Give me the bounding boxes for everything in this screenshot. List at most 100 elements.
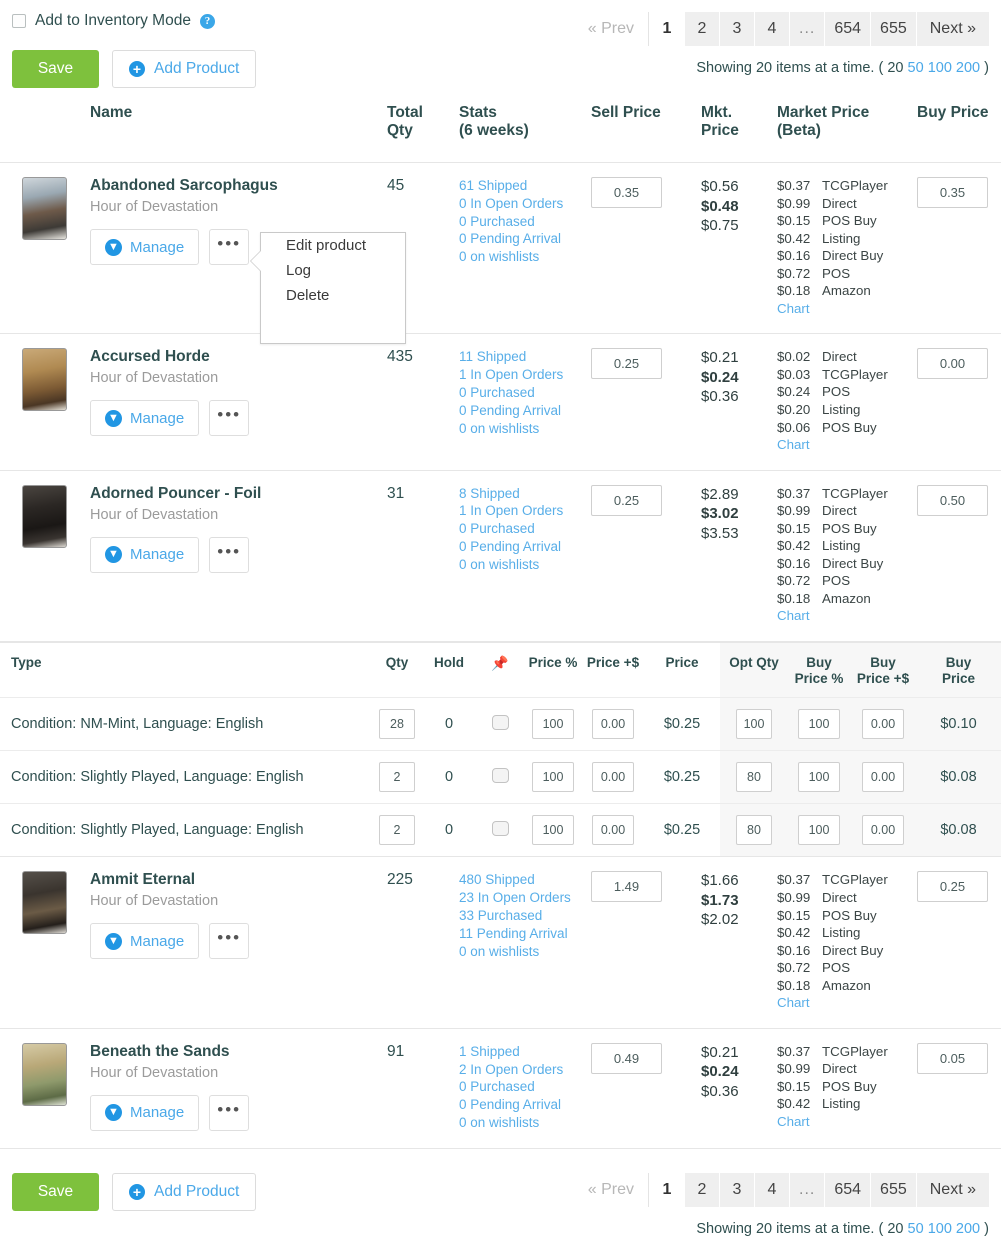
buy-price-input[interactable]: 0.50 (917, 484, 988, 516)
stat-line-2[interactable]: 33 Purchased (459, 907, 591, 925)
product-card-image[interactable] (22, 177, 67, 240)
product-card-image[interactable] (22, 484, 67, 548)
more-actions-button[interactable]: ••• (209, 923, 250, 960)
stat-line-0[interactable]: 1 Shipped (459, 1043, 591, 1061)
inventory-price-plus-input[interactable]: 0.00 (592, 762, 634, 793)
sell-price-input[interactable]: 0.49 (591, 1042, 662, 1074)
question-circle-icon[interactable]: ? (199, 13, 215, 29)
inventory-buy-price-plus-input[interactable]: 0.00 (862, 762, 904, 793)
pagination-prev-top[interactable]: « Prev (582, 12, 649, 46)
stat-line-1[interactable]: 1 In Open Orders (459, 502, 591, 520)
inventory-price-pct-input[interactable]: 100 (532, 815, 574, 846)
add-product-button-bottom[interactable]: + Add Product (112, 1172, 257, 1211)
product-name[interactable]: Adorned Pouncer - Foil (90, 485, 387, 503)
sell-price-input[interactable]: 1.49 (591, 871, 662, 903)
inventory-buy-price-plus-input[interactable]: 0.00 (862, 815, 904, 846)
more-actions-button[interactable]: ••• (209, 536, 250, 573)
stat-line-2[interactable]: 0 Purchased (459, 213, 591, 231)
col-sell-price[interactable]: Sell Price (591, 96, 701, 163)
menu-item-delete[interactable]: Delete (261, 283, 405, 308)
inventory-price-plus-input[interactable]: 0.00 (592, 709, 634, 740)
add-to-inventory-mode-control[interactable]: Add to Inventory Mode ? (12, 12, 215, 30)
stat-line-4[interactable]: 0 on wishlists (459, 943, 591, 961)
inventory-pin-checkbox[interactable] (491, 820, 509, 836)
chart-link[interactable]: Chart (777, 1113, 917, 1131)
buy-price-input[interactable]: 0.35 (917, 177, 988, 208)
inventory-price-pct-input[interactable]: 100 (532, 762, 574, 793)
product-card-image[interactable] (22, 1042, 67, 1106)
page-size-200-bottom[interactable]: 200 (956, 1221, 980, 1237)
stat-line-4[interactable]: 0 on wishlists (459, 556, 591, 574)
product-name[interactable]: Abandoned Sarcophagus (90, 177, 387, 195)
buy-price-input[interactable]: 0.05 (917, 1042, 988, 1074)
inventory-pin-checkbox[interactable] (491, 714, 509, 730)
stat-line-2[interactable]: 0 Purchased (459, 520, 591, 538)
sell-price-input[interactable]: 0.25 (591, 484, 662, 516)
chart-link[interactable]: Chart (777, 300, 917, 318)
inventory-buy-price-pct-input[interactable]: 100 (798, 815, 840, 846)
chart-link[interactable]: Chart (777, 436, 917, 454)
stat-line-3[interactable]: 0 Pending Arrival (459, 1096, 591, 1114)
add-product-button-top[interactable]: + Add Product (112, 50, 257, 88)
pagination-page-1-bottom[interactable]: 1 (650, 1172, 684, 1207)
pagination-page-2-bottom[interactable]: 2 (685, 1172, 719, 1207)
chart-link[interactable]: Chart (777, 994, 917, 1012)
pagination-next-top[interactable]: Next » (916, 12, 989, 46)
inventory-opt-qty-input[interactable]: 80 (736, 815, 772, 846)
more-actions-button[interactable]: ••• (209, 229, 250, 265)
product-name[interactable]: Accursed Horde (90, 348, 387, 366)
pagination-page-655-top[interactable]: 655 (871, 12, 916, 46)
stat-line-3[interactable]: 11 Pending Arrival (459, 925, 591, 943)
pagination-page-654-bottom[interactable]: 654 (825, 1172, 871, 1207)
page-size-100-bottom[interactable]: 100 (928, 1221, 952, 1237)
manage-button[interactable]: ▼ Manage (90, 400, 200, 437)
more-actions-button[interactable]: ••• (209, 1094, 250, 1131)
stat-line-0[interactable]: 8 Shipped (459, 485, 591, 503)
inventory-qty-input[interactable]: 28 (379, 709, 415, 740)
sell-price-input[interactable]: 0.35 (591, 177, 662, 208)
manage-button[interactable]: ▼ Manage (90, 229, 200, 265)
pagination-page-4-top[interactable]: 4 (755, 12, 789, 46)
inventory-price-pct-input[interactable]: 100 (532, 709, 574, 740)
manage-button[interactable]: ▼ Manage (90, 1094, 200, 1131)
row-actions-dropdown[interactable]: Edit product Log Delete (250, 232, 406, 344)
product-name[interactable]: Ammit Eternal (90, 871, 387, 889)
more-actions-button[interactable]: ••• (209, 400, 250, 437)
pagination-page-3-top[interactable]: 3 (720, 12, 754, 46)
page-size-100-top[interactable]: 100 (928, 60, 952, 76)
pagination-page-4-bottom[interactable]: 4 (755, 1172, 789, 1207)
inventory-buy-price-pct-input[interactable]: 100 (798, 709, 840, 740)
col-buy-price[interactable]: Buy Price (917, 96, 1001, 163)
inventory-pin-checkbox[interactable] (491, 767, 509, 783)
stat-line-1[interactable]: 2 In Open Orders (459, 1061, 591, 1079)
stat-line-2[interactable]: 0 Purchased (459, 384, 591, 402)
col-name[interactable]: Name (90, 96, 387, 163)
page-size-50-bottom[interactable]: 50 (908, 1221, 924, 1237)
menu-item-log[interactable]: Log (261, 258, 405, 283)
pagination-page-3-bottom[interactable]: 3 (720, 1172, 754, 1207)
col-total-qty[interactable]: Total Qty (387, 96, 459, 163)
pagination-page-2-top[interactable]: 2 (685, 12, 719, 46)
stat-line-1[interactable]: 1 In Open Orders (459, 366, 591, 384)
product-card-image[interactable] (22, 348, 67, 412)
inventory-qty-input[interactable]: 2 (379, 815, 415, 846)
pagination-page-655-bottom[interactable]: 655 (871, 1172, 916, 1207)
sell-price-input[interactable]: 0.25 (591, 348, 662, 380)
stat-line-1[interactable]: 23 In Open Orders (459, 889, 591, 907)
inventory-opt-qty-input[interactable]: 80 (736, 762, 772, 793)
pagination-prev-bottom[interactable]: « Prev (582, 1172, 649, 1207)
stat-line-0[interactable]: 61 Shipped (459, 177, 591, 195)
inventory-price-plus-input[interactable]: 0.00 (592, 815, 634, 846)
pagination-next-bottom[interactable]: Next » (916, 1172, 989, 1207)
stat-line-4[interactable]: 0 on wishlists (459, 1114, 591, 1132)
stat-line-0[interactable]: 11 Shipped (459, 348, 591, 366)
save-button-bottom[interactable]: Save (12, 1172, 99, 1211)
stat-line-3[interactable]: 0 Pending Arrival (459, 538, 591, 556)
stat-line-2[interactable]: 0 Purchased (459, 1078, 591, 1096)
manage-button[interactable]: ▼ Manage (90, 923, 200, 960)
menu-item-edit-product[interactable]: Edit product (261, 233, 405, 258)
pagination-page-1-top[interactable]: 1 (650, 12, 684, 46)
product-card-image[interactable] (22, 871, 67, 935)
stat-line-0[interactable]: 480 Shipped (459, 871, 591, 889)
pagination-page-654-top[interactable]: 654 (825, 12, 871, 46)
